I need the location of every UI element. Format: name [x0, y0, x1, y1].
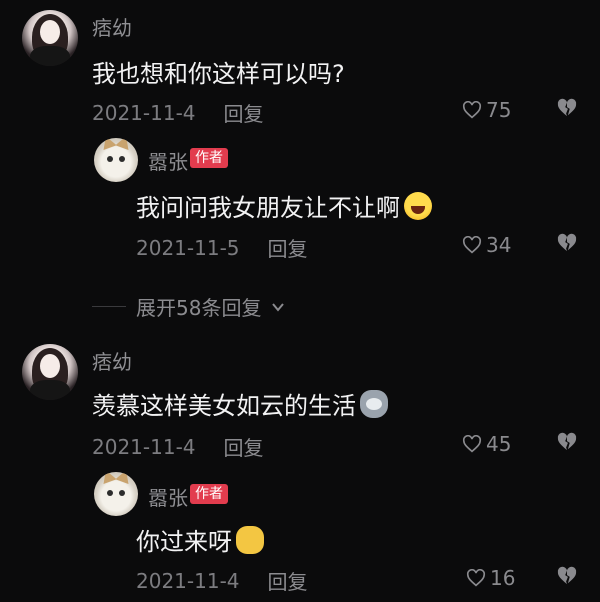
author-badge: 作者: [190, 148, 228, 168]
username[interactable]: 嚣张: [148, 482, 188, 511]
like-count: 75: [486, 98, 512, 122]
username[interactable]: 痞幼: [92, 346, 132, 375]
comment-meta: 2021-11-4 回复: [136, 566, 308, 595]
heart-icon: [466, 569, 486, 587]
avatar[interactable]: [22, 10, 78, 66]
comment-text: 你过来呀: [136, 522, 264, 557]
like-button[interactable]: 45: [462, 432, 511, 456]
cat-emoji-icon: [360, 389, 388, 418]
dislike-icon[interactable]: [556, 432, 578, 452]
comment-date: 2021-11-4: [92, 434, 196, 459]
like-button[interactable]: 75: [462, 98, 511, 122]
heart-icon: [462, 101, 482, 119]
divider: [92, 306, 126, 307]
reply-button[interactable]: 回复: [268, 233, 308, 262]
like-button[interactable]: 34: [462, 233, 511, 257]
laughing-emoji-icon: [404, 191, 432, 220]
author-badge: 作者: [190, 484, 228, 504]
comment-date: 2021-11-4: [92, 100, 196, 125]
like-count: 45: [486, 432, 512, 456]
dislike-icon[interactable]: [556, 233, 578, 253]
reply-button[interactable]: 回复: [224, 98, 264, 127]
username[interactable]: 痞幼: [92, 12, 132, 41]
expand-replies-button[interactable]: 展开58条回复: [92, 292, 285, 321]
comment-meta: 2021-11-5 回复: [136, 233, 308, 262]
reply-button[interactable]: 回复: [224, 432, 264, 461]
comment-text: 我也想和你这样可以吗?: [92, 60, 345, 88]
username[interactable]: 嚣张: [148, 146, 188, 175]
avatar[interactable]: [22, 344, 78, 400]
expand-replies-label: 展开58条回复: [136, 296, 262, 320]
heart-icon: [462, 435, 482, 453]
like-count: 34: [486, 233, 512, 257]
avatar[interactable]: [94, 138, 138, 182]
like-button[interactable]: 16: [466, 566, 515, 590]
comment-date: 2021-11-4: [136, 568, 240, 593]
heart-icon: [462, 236, 482, 254]
comment-meta: 2021-11-4 回复: [92, 432, 264, 461]
flexed-biceps-emoji-icon: [236, 525, 264, 554]
chevron-down-icon: [272, 302, 285, 312]
avatar[interactable]: [94, 472, 138, 516]
comment-text: 我问问我女朋友让不让啊: [136, 188, 432, 223]
reply-button[interactable]: 回复: [268, 566, 308, 595]
dislike-icon[interactable]: [556, 566, 578, 586]
dislike-icon[interactable]: [556, 98, 578, 118]
comment-meta: 2021-11-4 回复: [92, 98, 264, 127]
like-count: 16: [490, 566, 516, 590]
comment-date: 2021-11-5: [136, 235, 240, 260]
comment-text: 羡慕这样美女如云的生活: [92, 386, 388, 421]
